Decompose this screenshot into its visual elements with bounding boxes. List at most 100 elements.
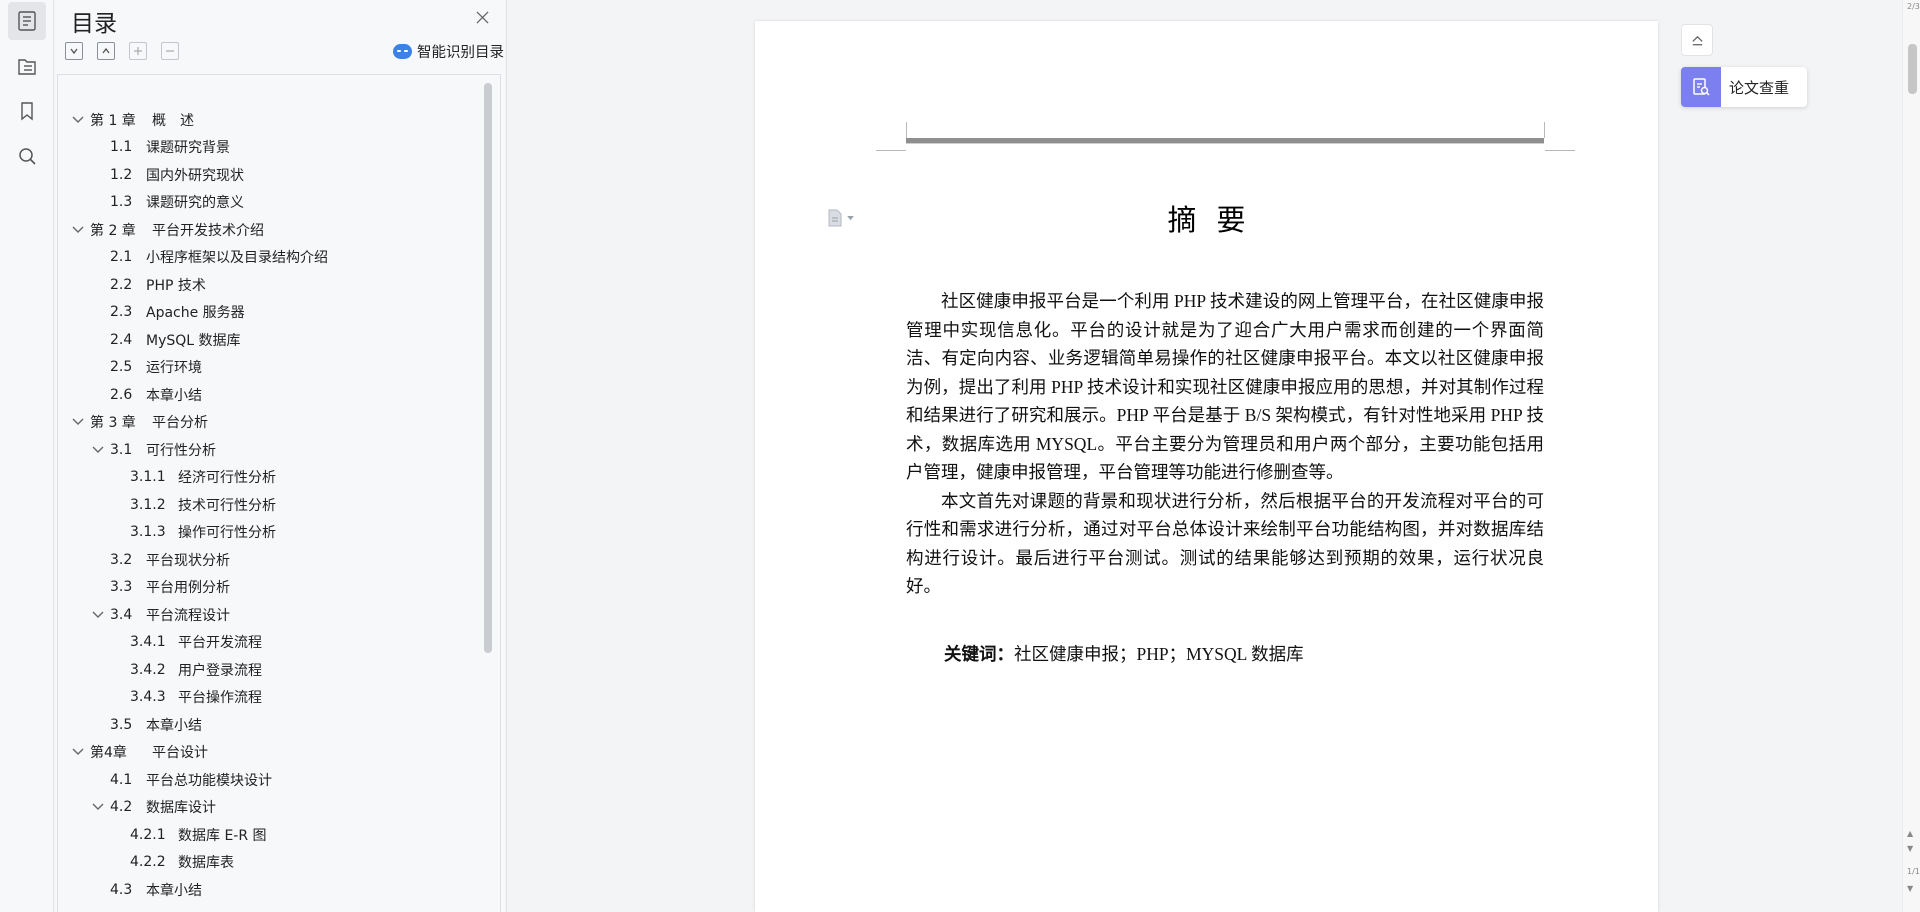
toc-item[interactable]: 2.5 运行环境	[70, 354, 470, 382]
plagiarism-check-label: 论文查重	[1729, 78, 1790, 97]
toc-item[interactable]: 4.1 平台总功能模块设计	[70, 766, 470, 794]
chevron-down-icon[interactable]	[90, 607, 106, 623]
page-down-icon[interactable]: ▼	[1907, 845, 1913, 853]
page-indicator-top: 2/3	[1907, 2, 1920, 11]
toc-item[interactable]: 3.1.2 技术可行性分析	[70, 491, 470, 519]
toc-item-label: 操作可行性分析	[178, 525, 276, 542]
toc-item[interactable]: 3.4.3 平台操作流程	[70, 684, 470, 712]
keywords-value: 社区健康申报；PHP；MYSQL 数据库	[1014, 644, 1304, 664]
toc-item[interactable]: 3.5 本章小结	[70, 711, 470, 739]
toc-item[interactable]: 4.2.1 数据库 E-R 图	[70, 821, 470, 849]
search-icon[interactable]	[8, 137, 46, 175]
toc-item-label: MySQL 数据库	[146, 332, 241, 349]
toc-item[interactable]: 第 2 章平台开发技术介绍	[70, 216, 470, 244]
toc-item[interactable]: 3.1 可行性分析	[70, 436, 470, 464]
toc-item-label: 课题研究背景	[146, 140, 230, 157]
toc-item-label: 平台操作流程	[178, 690, 262, 707]
toc-item-label: 平台开发技术介绍	[152, 222, 264, 239]
toc-item-number: 3.1	[110, 441, 133, 458]
toc-item[interactable]: 2.4 MySQL 数据库	[70, 326, 470, 354]
chevron-down-icon[interactable]	[70, 744, 86, 760]
toc-item-label: 平台设计	[152, 745, 208, 762]
toc-item-label: 数据库表	[178, 855, 234, 872]
chevron-down-icon[interactable]	[70, 112, 86, 128]
remove-heading-icon[interactable]	[161, 42, 179, 60]
collapse-toolbar-button[interactable]	[1681, 24, 1713, 56]
toc-item-label: 课题研究的意义	[146, 195, 244, 212]
toc-item-label: 平台流程设计	[146, 607, 230, 624]
scroll-thumb[interactable]	[1908, 44, 1917, 94]
abstract-paragraph-1: 社区健康申报平台是一个利用 PHP 技术建设的网上管理平台，在社区健康申报管理中…	[906, 291, 1544, 482]
toc-item[interactable]: 3.4.1 平台开发流程	[70, 629, 470, 657]
toc-item-label: Apache 服务器	[146, 305, 245, 322]
toc-item[interactable]: 第 3 章平台分析	[70, 409, 470, 437]
bookmark-icon[interactable]	[8, 92, 46, 130]
keywords-label: 关键词：	[944, 644, 1014, 664]
toc-list: 第 1 章概 述 1.1 课题研究背景 1.2 国内外研究现状 1.3 课题研究的意义第 2…	[70, 106, 470, 904]
toc-scrollbar[interactable]	[484, 83, 492, 653]
toc-item[interactable]: 3.1.1 经济可行性分析	[70, 464, 470, 492]
crop-mark	[876, 150, 906, 151]
chevron-down-icon[interactable]	[90, 442, 106, 458]
toc-item[interactable]: 2.2 PHP 技术	[70, 271, 470, 299]
toc-item-label: 数据库设计	[146, 800, 216, 817]
toc-item-label: PHP 技术	[146, 277, 206, 294]
document-scrollbar[interactable]: 2/3 ▲ ▼ 1/1 ▼	[1902, 0, 1920, 912]
toc-item[interactable]: 3.4.2 用户登录流程	[70, 656, 470, 684]
toc-item[interactable]: 4.2 数据库设计	[70, 794, 470, 822]
chevron-down-icon[interactable]	[90, 799, 106, 815]
toc-item[interactable]: 4.3 本章小结	[70, 876, 470, 904]
page-title: 摘要	[1167, 205, 1266, 237]
toc-item[interactable]: 第4章 平台设计	[70, 739, 470, 767]
navigation-icon[interactable]	[8, 47, 46, 85]
toc-item-number: 4.2.1	[130, 826, 166, 843]
smart-toc-button[interactable]: 智能识别目录	[393, 41, 504, 62]
page-indicator-bottom: 1/1	[1907, 867, 1920, 876]
toc-item[interactable]: 1.3 课题研究的意义	[70, 189, 470, 217]
toc-item[interactable]: 4.2.2 数据库表	[70, 849, 470, 877]
crop-mark	[1545, 150, 1575, 151]
toc-item-label: 技术可行性分析	[178, 497, 276, 514]
toc-panel: 目录 智能识别目录 第 1 章概 述 1.1 课题研究背景 1.2 国内外研究现状 1.3…	[55, 0, 507, 912]
toc-item[interactable]: 3.1.3 操作可行性分析	[70, 519, 470, 547]
chevron-down-icon[interactable]	[70, 222, 86, 238]
page-up-icon[interactable]: ▲	[1907, 830, 1913, 838]
toc-item[interactable]: 3.3 平台用例分析	[70, 574, 470, 602]
toc-item-number: 4.1	[110, 771, 133, 788]
toc-item[interactable]: 1.2 国内外研究现状	[70, 161, 470, 189]
toc-item-label: 用户登录流程	[178, 662, 262, 679]
plagiarism-check-button[interactable]: 论文查重	[1681, 67, 1807, 107]
scroll-down-icon[interactable]: ▼	[1907, 885, 1913, 893]
toc-item[interactable]: 2.3 Apache 服务器	[70, 299, 470, 327]
toc-item[interactable]: 第 1 章概 述	[70, 106, 470, 134]
eject-icon	[1691, 35, 1703, 45]
toc-item-number: 2.4	[110, 331, 133, 348]
add-heading-icon[interactable]	[129, 42, 147, 60]
toc-item[interactable]: 3.4 平台流程设计	[70, 601, 470, 629]
toc-toolbar	[65, 42, 179, 60]
toc-item-number: 第4章	[90, 745, 127, 762]
collapse-all-icon[interactable]	[97, 42, 115, 60]
toc-item[interactable]: 2.1 小程序框架以及目录结构介绍	[70, 244, 470, 272]
document-canvas: 摘要 社区健康申报平台是一个利用 PHP 技术建设的网上管理平台，在社区健康申报…	[508, 0, 1900, 912]
expand-all-icon[interactable]	[65, 42, 83, 60]
toc-item-number: 3.3	[110, 579, 133, 596]
toc-item-label: 可行性分析	[146, 442, 216, 459]
toc-title: 目录	[71, 11, 117, 37]
toc-item-number: 1.1	[110, 139, 133, 156]
keywords-line: 关键词：社区健康申报；PHP；MYSQL 数据库	[944, 641, 1304, 666]
chevron-down-icon[interactable]	[70, 414, 86, 430]
ai-icon	[393, 44, 412, 59]
close-icon[interactable]	[471, 6, 493, 28]
toc-item-number: 4.2	[110, 799, 133, 816]
smart-toc-label: 智能识别目录	[417, 45, 504, 61]
abstract-body: 社区健康申报平台是一个利用 PHP 技术建设的网上管理平台，在社区健康申报管理中…	[906, 287, 1544, 601]
toc-item-number: 第 2 章	[90, 222, 136, 239]
toc-icon[interactable]	[8, 2, 46, 40]
toc-item-label: 平台分析	[152, 415, 208, 432]
toc-item[interactable]: 3.2 平台现状分析	[70, 546, 470, 574]
toc-item[interactable]: 2.6 本章小结	[70, 381, 470, 409]
toc-item[interactable]: 1.1 课题研究背景	[70, 134, 470, 162]
toc-item-label: 本章小结	[146, 717, 202, 734]
toc-item-label: 概 述	[152, 112, 194, 129]
